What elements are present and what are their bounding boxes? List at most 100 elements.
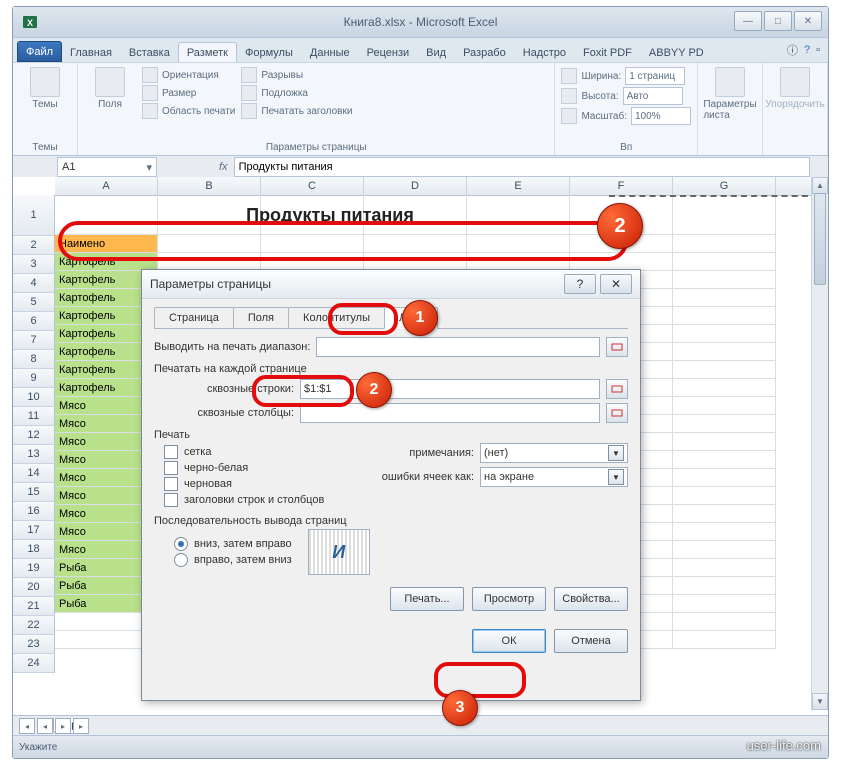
cell[interactable] xyxy=(673,577,776,595)
cell[interactable] xyxy=(673,595,776,613)
cell[interactable] xyxy=(673,235,776,253)
row-header[interactable]: 2 xyxy=(13,236,55,255)
sheet-options-button[interactable]: Параметры листа xyxy=(704,67,756,121)
cell[interactable]: Наимено xyxy=(55,235,158,253)
tab-data[interactable]: Данные xyxy=(301,42,359,62)
tab-abbyy[interactable]: ABBYY PD xyxy=(640,42,713,62)
tab-file[interactable]: Файл xyxy=(17,41,62,62)
close-button[interactable]: ✕ xyxy=(794,11,822,31)
merged-title-cell[interactable]: Продукты питания xyxy=(55,195,605,235)
cell[interactable] xyxy=(673,631,776,649)
cell[interactable] xyxy=(673,271,776,289)
cell[interactable] xyxy=(673,433,776,451)
window-buttons-icon[interactable]: ▫ xyxy=(816,44,820,56)
cell[interactable] xyxy=(673,307,776,325)
row-header[interactable]: 1 xyxy=(13,195,55,236)
col-header[interactable]: A xyxy=(55,177,158,195)
print-range-input[interactable] xyxy=(316,337,600,357)
row-header[interactable]: 7 xyxy=(13,331,55,350)
scale-input[interactable]: 100% xyxy=(631,107,691,125)
row-header[interactable]: 17 xyxy=(13,521,55,540)
cols-ref-button[interactable] xyxy=(606,403,628,423)
row-header[interactable]: 23 xyxy=(13,635,55,654)
background-button[interactable]: Подложка xyxy=(241,85,352,101)
cell[interactable] xyxy=(673,289,776,307)
radio-over-down[interactable] xyxy=(174,553,188,567)
formula-bar[interactable]: Продукты питания xyxy=(234,157,810,177)
row-header[interactable]: 10 xyxy=(13,388,55,407)
errors-combo[interactable]: на экране▼ xyxy=(480,467,628,487)
breaks-button[interactable]: Разрывы xyxy=(241,67,352,83)
col-header[interactable]: E xyxy=(467,177,570,195)
dlg-tab-page[interactable]: Страница xyxy=(154,307,234,329)
chk-headings[interactable] xyxy=(164,493,178,507)
size-button[interactable]: Размер xyxy=(142,85,235,101)
cell[interactable] xyxy=(673,325,776,343)
row-header[interactable]: 5 xyxy=(13,293,55,312)
print-area-button[interactable]: Область печати xyxy=(142,103,235,119)
range-ref-button[interactable] xyxy=(606,337,628,357)
row-header[interactable]: 6 xyxy=(13,312,55,331)
tab-foxit[interactable]: Foxit PDF xyxy=(574,42,641,62)
cell[interactable] xyxy=(364,235,467,253)
col-header[interactable]: D xyxy=(364,177,467,195)
tab-view[interactable]: Вид xyxy=(417,42,455,62)
tab-review[interactable]: Рецензи xyxy=(358,42,419,62)
row-header[interactable]: 16 xyxy=(13,502,55,521)
fit-width-input[interactable]: 1 страниц xyxy=(625,67,685,85)
cell[interactable] xyxy=(673,379,776,397)
row-header[interactable]: 8 xyxy=(13,350,55,369)
row-header[interactable]: 14 xyxy=(13,464,55,483)
name-box[interactable]: A1▾ xyxy=(57,157,157,177)
cell[interactable] xyxy=(261,235,364,253)
chk-draft[interactable] xyxy=(164,477,178,491)
tab-addins[interactable]: Надстро xyxy=(514,42,575,62)
cell[interactable] xyxy=(467,235,570,253)
rows-ref-button[interactable] xyxy=(606,379,628,399)
row-header[interactable]: 13 xyxy=(13,445,55,464)
row-header[interactable]: 22 xyxy=(13,616,55,635)
row-header[interactable]: 15 xyxy=(13,483,55,502)
maximize-button[interactable]: □ xyxy=(764,11,792,31)
row-header[interactable]: 21 xyxy=(13,597,55,616)
cell[interactable] xyxy=(673,559,776,577)
cell[interactable] xyxy=(673,541,776,559)
margins-button[interactable]: Поля xyxy=(84,67,136,110)
cell[interactable] xyxy=(158,235,261,253)
row-header[interactable]: 3 xyxy=(13,255,55,274)
ribbon-toggle-icon[interactable]: ⓘ xyxy=(787,42,798,58)
row-header[interactable]: 9 xyxy=(13,369,55,388)
repeat-rows-input[interactable]: $1:$1 xyxy=(300,379,600,399)
row-header[interactable]: 12 xyxy=(13,426,55,445)
properties-button[interactable]: Свойства... xyxy=(554,587,628,611)
cell[interactable] xyxy=(673,397,776,415)
tab-developer[interactable]: Разрабо xyxy=(454,42,515,62)
chk-bw[interactable] xyxy=(164,461,178,475)
dialog-close-button[interactable]: ✕ xyxy=(600,274,632,294)
cell[interactable] xyxy=(673,415,776,433)
row-header[interactable]: 11 xyxy=(13,407,55,426)
col-header[interactable]: F xyxy=(570,177,673,195)
row-header[interactable]: 4 xyxy=(13,274,55,293)
cell[interactable] xyxy=(673,487,776,505)
radio-down-over[interactable] xyxy=(174,537,188,551)
cell[interactable] xyxy=(673,523,776,541)
cell[interactable] xyxy=(673,451,776,469)
cell[interactable] xyxy=(673,613,776,631)
vertical-scrollbar[interactable]: ▲ ▼ xyxy=(811,177,828,710)
row-header[interactable]: 24 xyxy=(13,654,55,673)
row-header[interactable]: 20 xyxy=(13,578,55,597)
orientation-button[interactable]: Ориентация xyxy=(142,67,235,83)
cancel-button[interactable]: Отмена xyxy=(554,629,628,653)
col-header[interactable]: B xyxy=(158,177,261,195)
cell[interactable] xyxy=(673,343,776,361)
cell[interactable] xyxy=(673,361,776,379)
tab-home[interactable]: Главная xyxy=(61,42,121,62)
themes-button[interactable]: Темы xyxy=(19,67,71,110)
cell[interactable] xyxy=(673,505,776,523)
arrange-button[interactable]: Упорядочить xyxy=(769,67,821,110)
chk-grid[interactable] xyxy=(164,445,178,459)
repeat-cols-input[interactable] xyxy=(300,403,600,423)
preview-button[interactable]: Просмотр xyxy=(472,587,546,611)
minimize-button[interactable]: — xyxy=(734,11,762,31)
